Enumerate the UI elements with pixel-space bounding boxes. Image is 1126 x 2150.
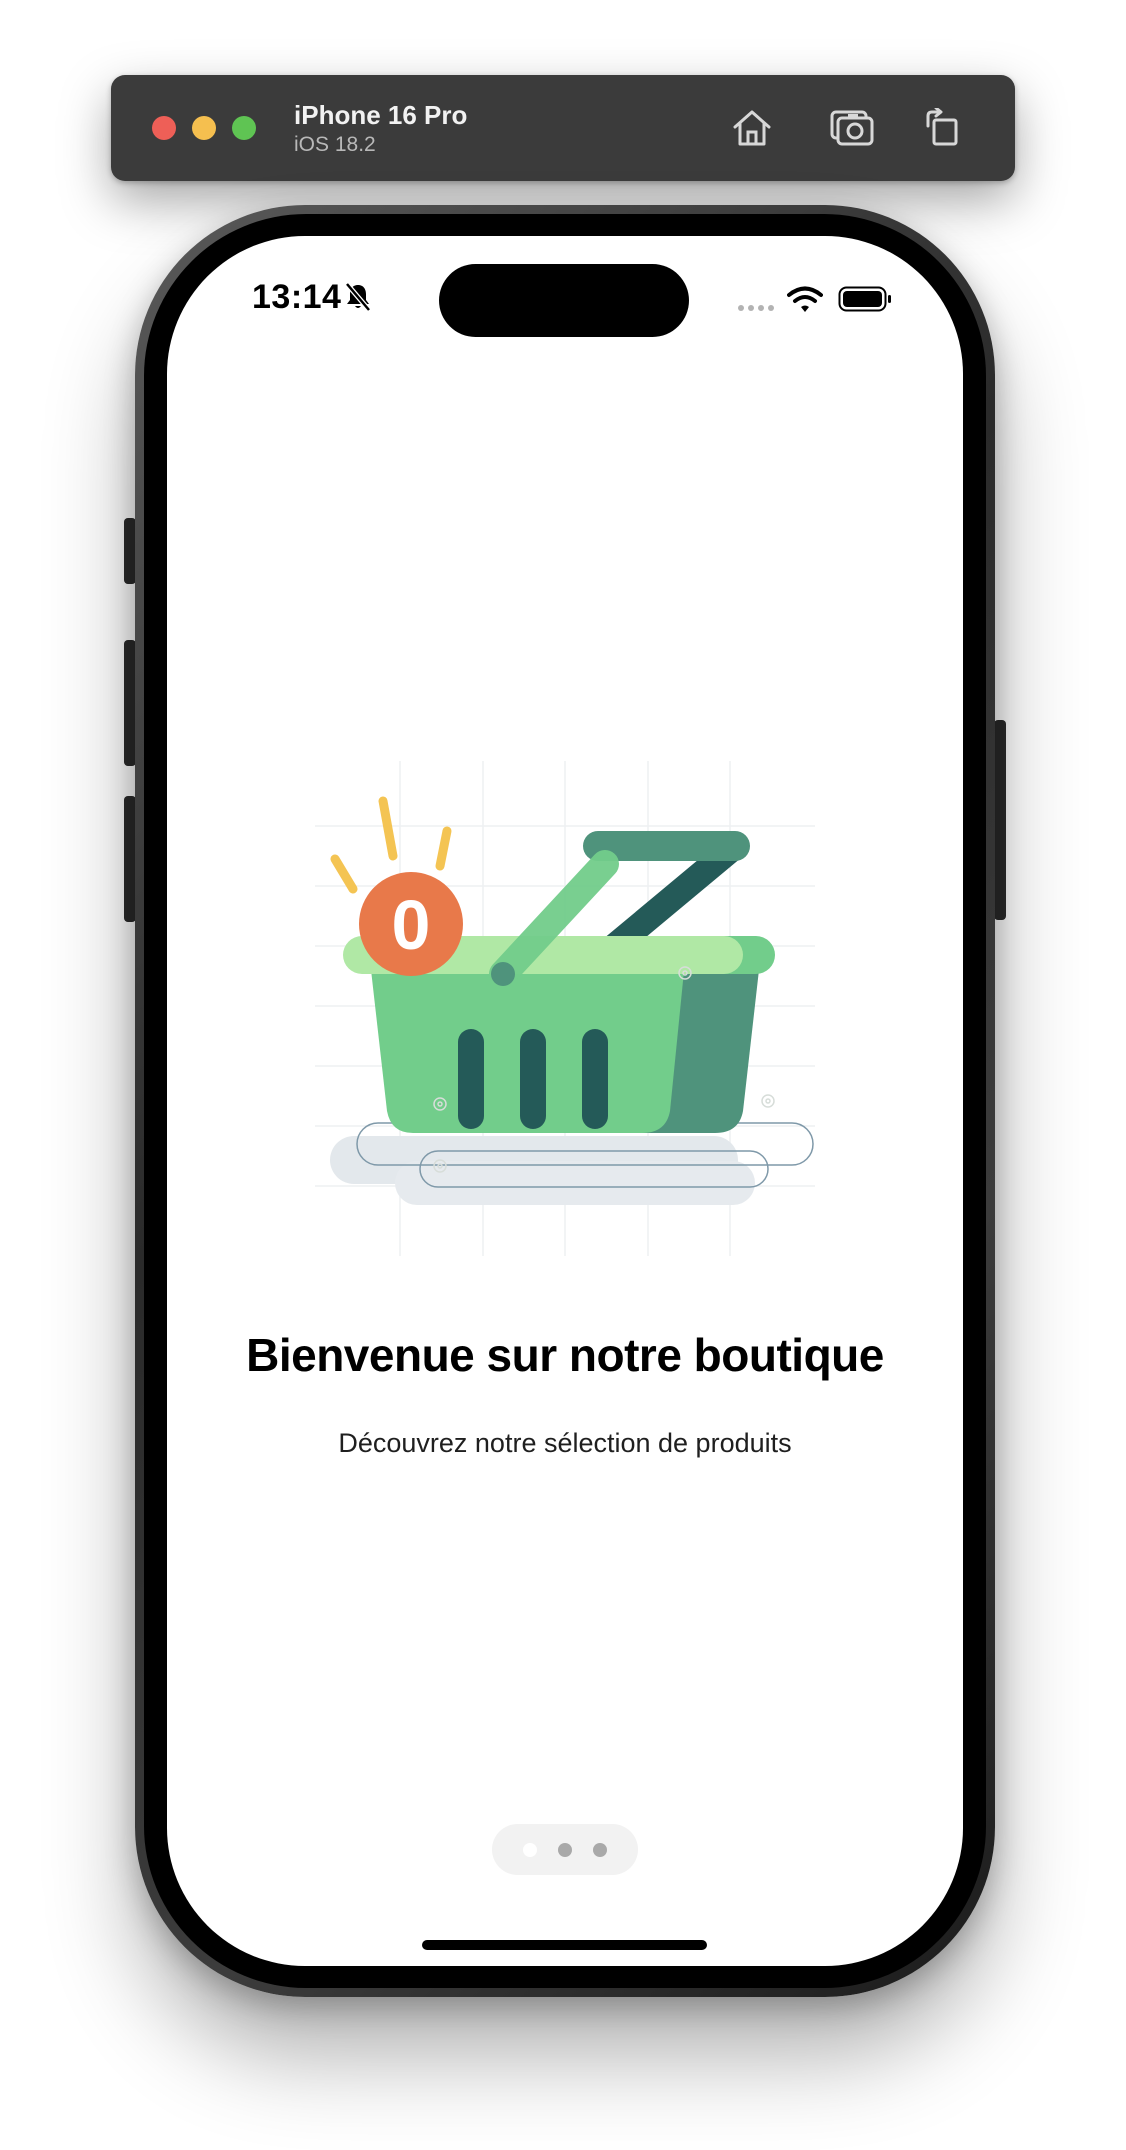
close-window-button[interactable] — [152, 116, 176, 140]
badge-count: 0 — [392, 886, 431, 964]
home-indicator[interactable] — [422, 1940, 707, 1950]
phone-screen: 13:14 0 Bienvenue sur notre boutique Déc… — [167, 236, 963, 1966]
basket-slot — [582, 1029, 608, 1129]
shopping-basket-illustration: 0 — [315, 761, 815, 1256]
sparkle — [378, 796, 398, 861]
welcome-title: Bienvenue sur notre boutique — [246, 1329, 884, 1381]
basket-slot — [520, 1029, 546, 1129]
sparkle — [330, 854, 358, 894]
handle-pivot — [491, 962, 515, 986]
basket-slot — [458, 1029, 484, 1129]
page-dot-1[interactable] — [523, 1842, 537, 1857]
welcome-subtitle: Découvrez notre sélection de produits — [338, 1428, 792, 1458]
screenshot-button[interactable] — [827, 104, 877, 152]
cellular-signal-icon — [738, 305, 774, 311]
status-time: 13:14 — [252, 278, 342, 316]
simulator-toolbar: iPhone 16 Pro iOS 18.2 — [111, 75, 1015, 181]
bell-slash-icon — [345, 282, 371, 312]
page-control[interactable] — [492, 1824, 638, 1875]
power-button — [994, 720, 1006, 920]
zoom-window-button[interactable] — [232, 116, 256, 140]
minimize-window-button[interactable] — [192, 116, 216, 140]
home-button[interactable] — [727, 104, 777, 152]
device-name: iPhone 16 Pro — [294, 100, 468, 130]
battery-icon — [838, 286, 891, 312]
ground-shape — [395, 1161, 755, 1205]
rotate-button[interactable] — [917, 104, 967, 152]
wifi-icon — [787, 286, 823, 312]
home-icon — [733, 110, 771, 146]
page-dot-2[interactable] — [558, 1842, 572, 1857]
dynamic-island — [439, 264, 689, 337]
sparkle — [435, 826, 452, 871]
rotate-icon — [926, 108, 958, 146]
os-version: iOS 18.2 — [294, 133, 376, 156]
page-dot-3[interactable] — [593, 1842, 607, 1857]
camera-icon — [830, 110, 874, 146]
